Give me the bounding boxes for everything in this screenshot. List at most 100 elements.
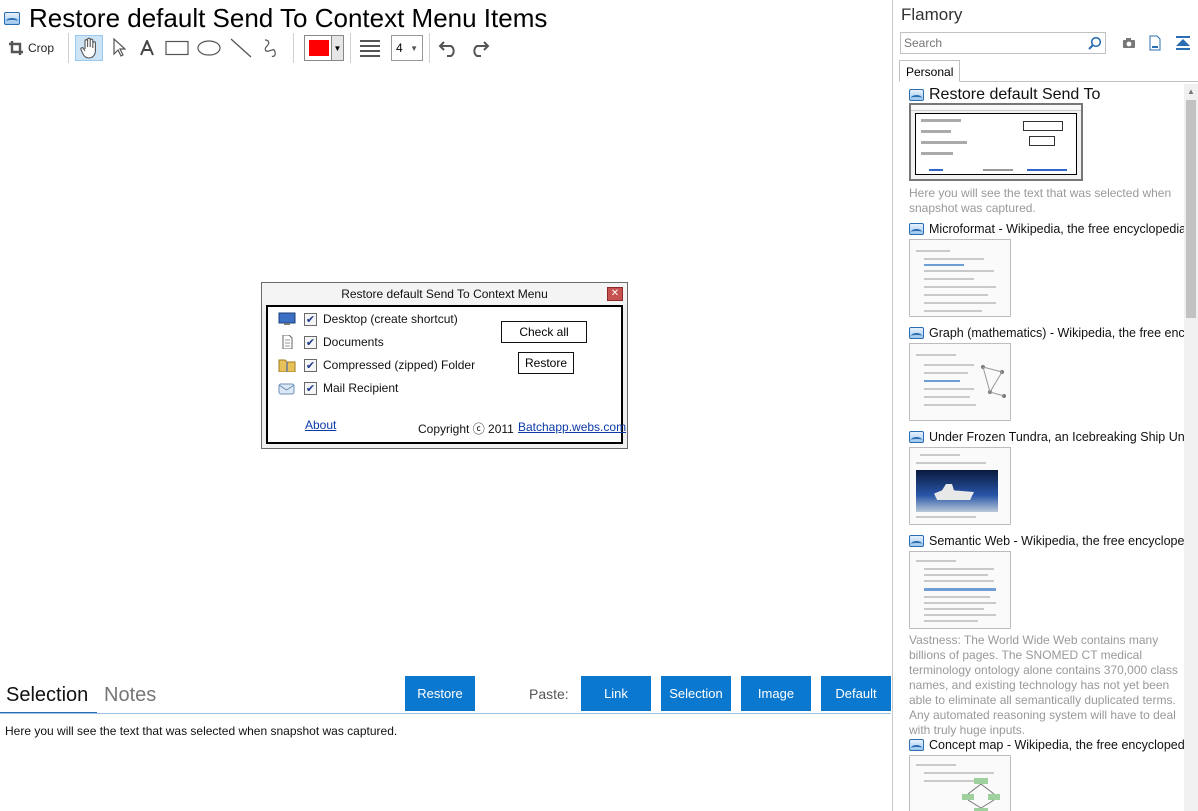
pointer-icon <box>113 38 127 57</box>
document-icon[interactable] <box>1146 34 1164 52</box>
snapshot-thumbnail <box>909 239 1011 317</box>
dialog-item-mail-recipient: ✔ Mail Recipient <box>278 378 398 398</box>
list-item[interactable]: Semantic Web - Wikipedia, the free encyc… <box>894 532 1184 737</box>
list-item-header: Restore default Send To <box>909 86 1184 104</box>
search-input[interactable] <box>901 33 1085 53</box>
line-icon <box>230 38 252 58</box>
list-item-title: Restore default Send To <box>929 86 1101 103</box>
list-item[interactable]: Graph (mathematics) - Wikipedia, the fre… <box>894 324 1184 424</box>
list-item[interactable]: Microformat - Wikipedia, the free encycl… <box>894 220 1184 320</box>
redo-button[interactable] <box>466 35 492 61</box>
redo-icon <box>473 41 490 57</box>
sidebar-tabs: Personal <box>899 60 1198 82</box>
list-item-title: Under Frozen Tundra, an Icebreaking Ship… <box>929 430 1184 444</box>
list-item-title: Microformat - Wikipedia, the free encycl… <box>929 222 1184 236</box>
list-item[interactable]: Under Frozen Tundra, an Icebreaking Ship… <box>894 428 1184 528</box>
copyright-text: Copyright ⓒ 2011 <box>418 422 514 436</box>
page-title: Restore default Send To Context Menu Ite… <box>29 2 548 33</box>
sidebar-scrollbar[interactable]: ▲ <box>1184 84 1198 811</box>
list-item-header: Semantic Web - Wikipedia, the free encyc… <box>909 532 1184 550</box>
snapshot-thumbnail <box>909 551 1011 629</box>
list-item-title: Graph (mathematics) - Wikipedia, the fre… <box>929 326 1184 340</box>
dialog-body: ✔ Desktop (create shortcut) ✔ Documents … <box>266 305 627 444</box>
close-icon: ✕ <box>607 287 623 301</box>
flamory-window: Restore default Send To Context Menu Ite… <box>0 0 1198 811</box>
dialog-item-label: Mail Recipient <box>323 381 399 395</box>
list-item-header: Microformat - Wikipedia, the free encycl… <box>909 220 1184 238</box>
restore-dialog-button: Restore <box>518 352 574 374</box>
bottom-divider <box>0 713 891 714</box>
line-tool-button[interactable] <box>227 35 255 61</box>
color-picker[interactable]: ▼ <box>304 35 345 61</box>
check-all-button: Check all <box>501 321 587 343</box>
document-icon <box>282 335 293 349</box>
list-item-header: Concept map - Wikipedia, the free encycl… <box>909 736 1184 754</box>
hand-tool-button[interactable] <box>75 35 104 61</box>
list-item-header: Graph (mathematics) - Wikipedia, the fre… <box>909 324 1184 342</box>
search-icon[interactable] <box>1085 36 1105 50</box>
mail-icon <box>278 383 295 395</box>
about-link: About <box>305 418 337 432</box>
paste-image-button[interactable]: Image <box>741 676 811 711</box>
paste-selection-button[interactable]: Selection <box>661 676 731 711</box>
ellipse-tool-button[interactable] <box>195 35 223 61</box>
flamory-sidebar: Flamory Personal Restore default Send To <box>894 0 1198 811</box>
ellipse-icon <box>197 40 221 56</box>
paste-label: Paste: <box>529 686 569 702</box>
list-item[interactable]: Concept map - Wikipedia, the free encycl… <box>894 736 1184 811</box>
list-item-title: Semantic Web - Wikipedia, the free encyc… <box>929 534 1184 548</box>
dialog-title: Restore default Send To Context Menu <box>262 283 627 305</box>
toolbar-separator <box>68 33 70 63</box>
collapse-top-icon[interactable] <box>1174 34 1192 52</box>
tab-selection[interactable]: Selection <box>6 684 88 707</box>
snapshot-thumbnail <box>909 447 1011 525</box>
paste-link-button[interactable]: Link <box>581 676 651 711</box>
paste-default-button[interactable]: Default <box>821 676 891 711</box>
toolbar-separator <box>350 33 352 63</box>
tab-notes[interactable]: Notes <box>104 684 156 707</box>
flamory-snapshot-icon <box>909 327 924 339</box>
crop-label: Crop <box>28 41 55 55</box>
list-item[interactable]: Restore default Send To Here you will se… <box>894 86 1184 216</box>
zip-folder-icon <box>278 359 296 372</box>
snapshot-image: Restore default Send To Context Menu ✕ ✔… <box>261 282 628 449</box>
text-tool-button[interactable] <box>135 35 159 61</box>
select-tool-button[interactable] <box>107 35 131 61</box>
main-pane: Restore default Send To Context Menu Ite… <box>0 0 893 811</box>
undo-button[interactable] <box>436 35 462 61</box>
scrollbar-thumb[interactable] <box>1186 100 1196 318</box>
flamory-snapshot-icon <box>909 739 924 751</box>
selection-text[interactable]: Here you will see the text that was sele… <box>5 724 397 738</box>
flamory-snapshot-icon <box>909 535 924 547</box>
chevron-down-icon: ▼ <box>331 36 344 60</box>
list-item-title: Concept map - Wikipedia, the free encycl… <box>929 738 1184 752</box>
freehand-tool-button[interactable] <box>259 35 283 61</box>
sidebar-title: Flamory <box>901 5 963 24</box>
snapshot-thumbnail <box>909 343 1011 421</box>
hand-icon <box>80 37 96 59</box>
camera-icon[interactable] <box>1120 34 1138 52</box>
freehand-icon <box>264 39 276 57</box>
chevron-down-icon: ▼ <box>410 43 419 53</box>
dialog-item-documents: ✔ Documents <box>278 332 384 352</box>
website-link: Batchapp.webs.com <box>518 420 627 434</box>
checkbox-documents: ✔ <box>304 335 317 349</box>
checkbox-compressed-folder: ✔ <box>304 358 317 372</box>
flamory-snapshot-icon <box>909 223 924 235</box>
line-width-value: 4 <box>396 41 403 55</box>
checkbox-mail-recipient: ✔ <box>304 381 317 395</box>
list-item-description: Vastness: The World Wide Web contains ma… <box>909 633 1178 737</box>
flamory-snapshot-icon <box>909 89 924 101</box>
color-swatch <box>309 40 330 56</box>
toolbar-separator <box>429 33 431 63</box>
snapshot-list: Restore default Send To Here you will se… <box>894 84 1184 811</box>
rectangle-tool-button[interactable] <box>163 35 191 61</box>
scroll-up-icon[interactable]: ▲ <box>1184 84 1198 98</box>
restore-button[interactable]: Restore <box>405 676 475 711</box>
snapshot-thumbnail <box>909 103 1083 181</box>
tab-personal[interactable]: Personal <box>899 60 961 82</box>
line-width-select[interactable]: 4 ▼ <box>391 35 424 61</box>
search-box <box>900 32 1106 54</box>
crop-button[interactable]: Crop <box>6 35 58 61</box>
line-width-button[interactable] <box>357 35 383 61</box>
